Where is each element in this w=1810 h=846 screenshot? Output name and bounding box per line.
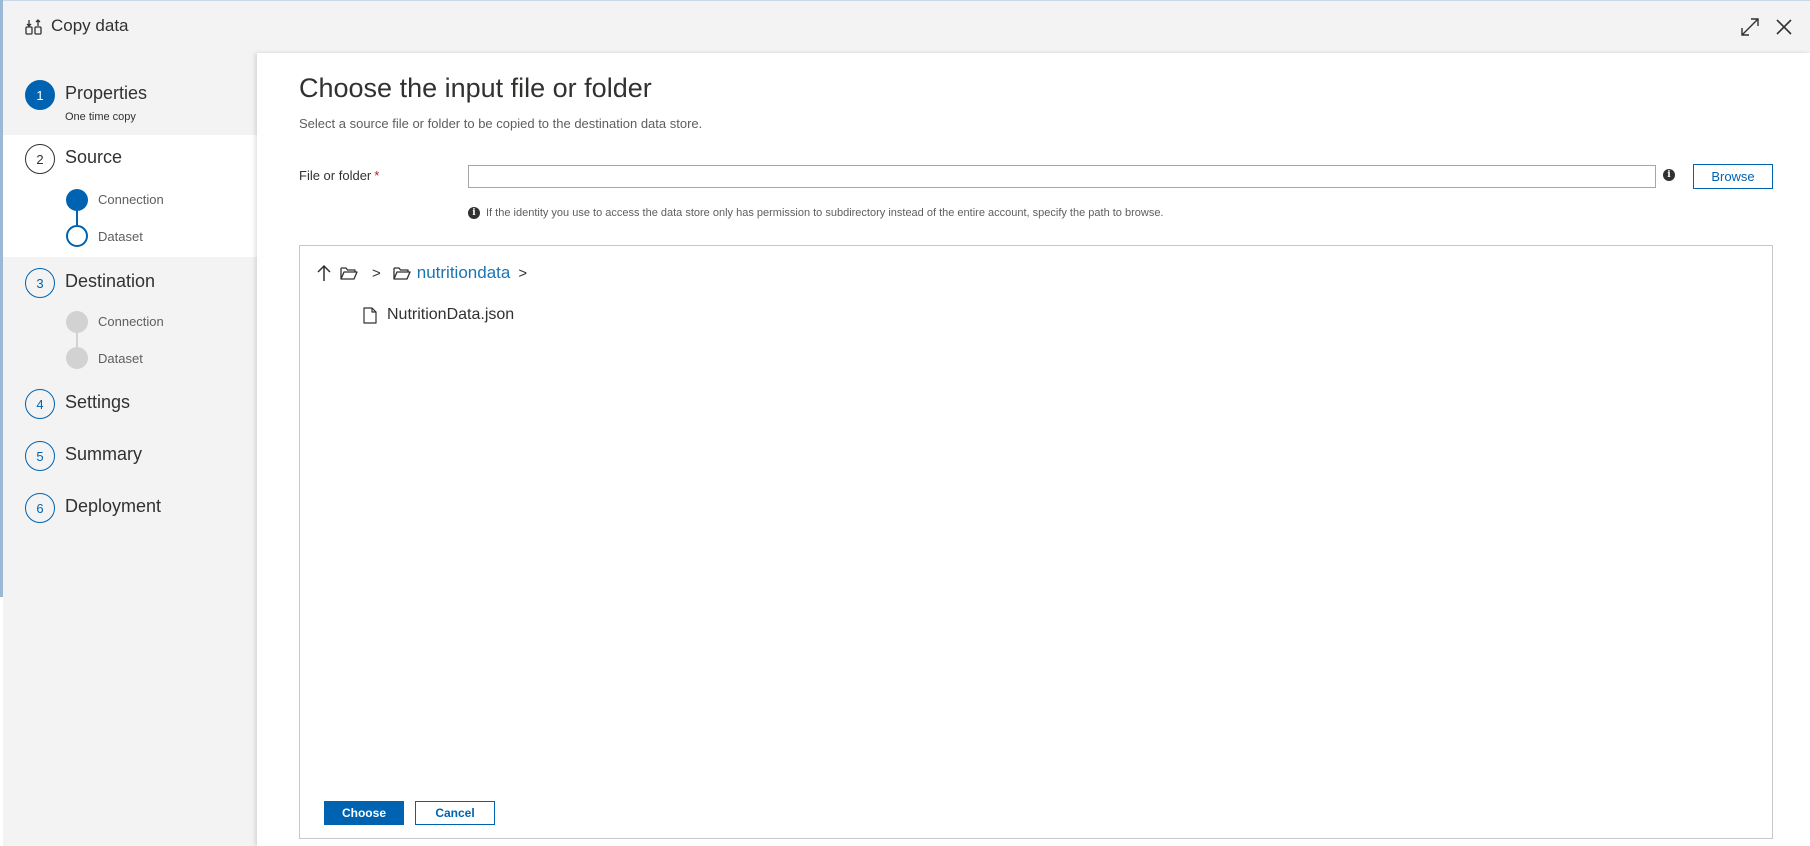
step-number-badge: 6 (25, 493, 55, 523)
cancel-button[interactable]: Cancel (415, 801, 495, 825)
step-number-badge: 5 (25, 441, 55, 471)
file-or-folder-label: File or folder * (299, 168, 380, 183)
copy-data-icon (25, 19, 42, 35)
substep-source-connection[interactable]: Connection (98, 192, 164, 207)
choose-button[interactable]: Choose (324, 801, 404, 825)
step-destination[interactable]: 3 Destination (3, 257, 257, 307)
substep-connector (76, 332, 78, 347)
file-list-item[interactable]: NutritionData.json (363, 306, 514, 324)
step-number-badge: 4 (25, 389, 55, 419)
breadcrumb-separator: > (518, 264, 528, 282)
breadcrumb-separator: > (372, 264, 381, 282)
step-label: Summary (65, 444, 143, 464)
substep-source-dataset[interactable]: Dataset (98, 229, 143, 244)
copy-data-window: Copy data 1 Properties One time copy 2 S… (0, 0, 1810, 846)
page-title: Choose the input file or folder (299, 73, 652, 103)
main-panel: Choose the input file or folder Select a… (257, 53, 1810, 846)
breadcrumb-folder-link[interactable]: nutritiondata (417, 263, 511, 283)
step-label: Deployment (65, 496, 162, 516)
up-arrow-icon[interactable] (316, 264, 332, 282)
file-name: NutritionData.json (387, 306, 515, 323)
step-label: Source (65, 147, 123, 167)
window-title: Copy data (51, 16, 129, 35)
wizard-steps-sidebar: 1 Properties One time copy 2 Source Conn… (3, 53, 257, 846)
step-label: Destination (65, 271, 156, 291)
required-indicator: * (374, 168, 380, 183)
substep-connection-indicator (66, 189, 88, 211)
info-icon[interactable]: i (1663, 169, 1675, 181)
substep-connector (76, 210, 78, 225)
step-summary[interactable]: 5 Summary (3, 435, 257, 485)
hint-text: If the identity you use to access the da… (486, 207, 1164, 219)
folder-icon (393, 267, 411, 280)
file-icon (363, 306, 377, 324)
substep-connection-indicator (66, 311, 88, 333)
substep-destination-connection: Connection (98, 314, 164, 329)
step-number-badge: 1 (25, 80, 55, 110)
substep-dataset-indicator (66, 347, 88, 369)
info-icon: i (468, 207, 480, 219)
close-icon[interactable] (1772, 15, 1796, 39)
root-folder-icon[interactable] (340, 265, 358, 281)
step-deployment[interactable]: 6 Deployment (3, 487, 257, 537)
title-bar: Copy data (3, 0, 1810, 53)
substep-dataset-indicator (66, 225, 88, 247)
step-settings[interactable]: 4 Settings (3, 383, 257, 433)
breadcrumb: > nutritiondata > (316, 263, 539, 283)
step-sublabel: One time copy (65, 111, 136, 123)
step-number-badge: 2 (25, 144, 55, 174)
browse-button[interactable]: Browse (1693, 164, 1773, 189)
maximize-icon[interactable] (1738, 15, 1762, 39)
step-label: Properties (65, 83, 148, 103)
file-browser: > nutritiondata > NutritionData.json Cho… (299, 245, 1773, 839)
step-properties[interactable]: 1 Properties One time copy (3, 53, 257, 135)
step-label: Settings (65, 392, 131, 412)
step-number-badge: 3 (25, 268, 55, 298)
permission-hint: i If the identity you use to access the … (468, 207, 1164, 219)
substep-destination-dataset: Dataset (98, 351, 143, 366)
file-or-folder-input[interactable] (468, 165, 1656, 188)
page-subtitle: Select a source file or folder to be cop… (299, 116, 703, 131)
